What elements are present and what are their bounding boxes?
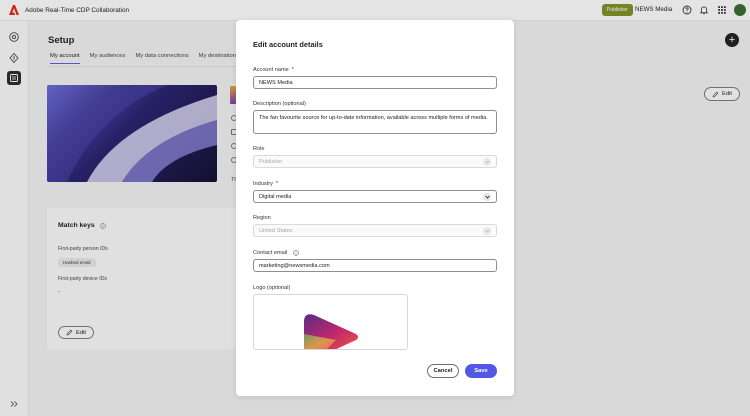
- region-select: United States: [253, 224, 497, 237]
- contact-email-value: marketing@newsmedia.com: [259, 262, 330, 269]
- contact-email-label-text: Contact email: [253, 250, 288, 256]
- role-select: Publisher: [253, 155, 497, 168]
- contact-email-label: Contact email: [253, 250, 299, 256]
- chevron-down-icon[interactable]: [483, 192, 491, 201]
- account-name-value: NEWS Media: [259, 79, 293, 86]
- required-mark: *: [275, 181, 279, 187]
- role-value: Publisher: [259, 158, 283, 165]
- region-label: Region: [253, 215, 271, 221]
- contact-email-input[interactable]: marketing@newsmedia.com: [253, 259, 497, 272]
- required-mark: *: [291, 67, 294, 73]
- news-media-logo: [304, 314, 358, 349]
- industry-value: Digital media: [259, 193, 292, 200]
- role-label: Role: [253, 146, 265, 152]
- dialog-title: Edit account details: [253, 40, 323, 49]
- account-name-label: Account name *: [253, 67, 294, 73]
- account-name-label-text: Account name: [253, 67, 289, 73]
- save-button[interactable]: Save: [465, 364, 497, 378]
- chevron-down-icon: [483, 226, 491, 235]
- info-icon[interactable]: [293, 250, 299, 256]
- chevron-down-icon: [483, 157, 491, 166]
- logo-upload-area[interactable]: [253, 294, 408, 350]
- description-textarea[interactable]: The fan favourite source for up-to-date …: [253, 110, 497, 134]
- description-value: The fan favourite source for up-to-date …: [259, 115, 488, 121]
- cancel-button[interactable]: Cancel: [427, 364, 459, 378]
- industry-select[interactable]: Digital media: [253, 190, 497, 203]
- logo-label: Logo (optional): [253, 285, 291, 291]
- region-value: United States: [259, 227, 293, 234]
- industry-label-text: Industry: [253, 181, 273, 187]
- account-name-input[interactable]: NEWS Media: [253, 76, 497, 89]
- industry-label: Industry *: [253, 181, 278, 187]
- edit-account-dialog: Edit account details Account name * NEWS…: [236, 20, 514, 396]
- description-label: Description (optional): [253, 101, 306, 107]
